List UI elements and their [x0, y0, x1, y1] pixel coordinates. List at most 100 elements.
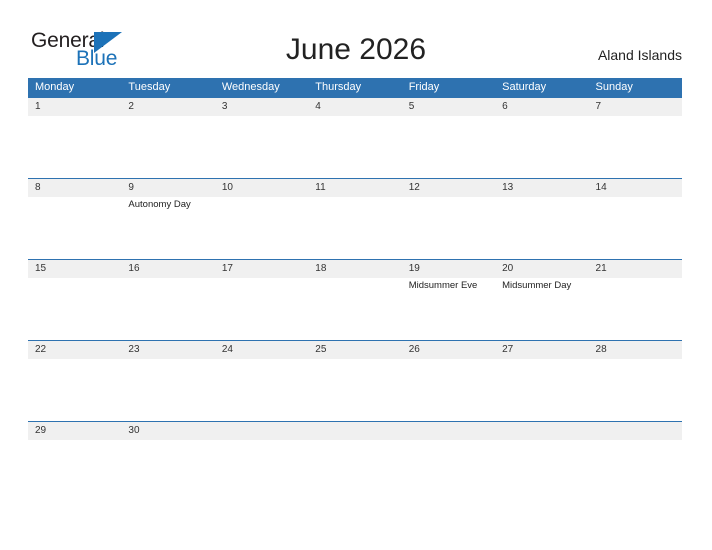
day-event [596, 116, 682, 117]
day-number: 26 [408, 344, 420, 355]
region-label: Aland Islands [597, 47, 682, 63]
day-cell-empty [402, 422, 495, 502]
day-cell[interactable]: 6 [495, 98, 588, 178]
day-cell[interactable]: 14 [589, 179, 682, 259]
day-event [222, 197, 308, 198]
day-cell[interactable]: 18 [308, 260, 401, 340]
day-event: Autonomy Day [128, 199, 191, 210]
day-cell[interactable]: 21 [589, 260, 682, 340]
day-event [315, 197, 401, 198]
calendar-grid: Monday Tuesday Wednesday Thursday Friday… [28, 78, 682, 502]
day-event [502, 116, 588, 117]
day-number: 27 [502, 344, 514, 355]
day-cell[interactable]: 11 [308, 179, 401, 259]
weekday-header-tuesday: Tuesday [128, 81, 171, 93]
day-event [222, 116, 308, 117]
day-number: 21 [595, 263, 607, 274]
day-number: 18 [315, 263, 327, 274]
day-event [128, 278, 214, 279]
day-cell-empty [215, 422, 308, 502]
day-event: Midsummer Eve [408, 280, 478, 291]
weekday-header-thursday: Thursday [315, 81, 362, 93]
day-cell[interactable]: 1 [28, 98, 121, 178]
week-row: 1 2 3 4 5 6 7 [28, 97, 682, 178]
day-cell[interactable]: 3 [215, 98, 308, 178]
day-cell[interactable]: 20 Midsummer Day [495, 260, 588, 340]
day-event: Midsummer Day [502, 280, 572, 291]
day-number: 15 [35, 263, 47, 274]
day-cell-empty [308, 422, 401, 502]
day-number: 14 [595, 182, 607, 193]
day-cell[interactable]: 5 [402, 98, 495, 178]
week-row: 22 23 24 25 26 27 28 [28, 340, 682, 421]
day-cell[interactable]: 7 [589, 98, 682, 178]
day-event [128, 359, 214, 360]
weekday-header-monday: Monday [35, 81, 75, 93]
day-cell[interactable]: 16 [121, 260, 214, 340]
day-cell[interactable]: 9 Autonomy Day [121, 179, 214, 259]
day-cell[interactable]: 28 [589, 341, 682, 421]
day-number: 8 [35, 182, 41, 193]
week-row: 15 16 17 18 19 Midsummer Eve 20 Midsumme… [28, 259, 682, 340]
weekday-header-saturday: Saturday [502, 81, 547, 93]
day-cell[interactable]: 19 Midsummer Eve [402, 260, 495, 340]
day-number: 4 [315, 101, 321, 112]
day-number: 5 [408, 101, 415, 112]
day-event [596, 278, 682, 279]
day-event [128, 116, 214, 117]
weekday-header-sunday: Sunday [595, 81, 633, 93]
day-number: 11 [315, 182, 326, 193]
day-cell[interactable]: 29 [28, 422, 121, 502]
day-event [409, 197, 495, 198]
day-event [222, 359, 308, 360]
day-cell[interactable]: 23 [121, 341, 214, 421]
day-cell[interactable]: 26 [402, 341, 495, 421]
day-number: 28 [595, 344, 607, 355]
day-cell[interactable]: 8 [28, 179, 121, 259]
day-number: 13 [502, 182, 514, 193]
day-event [315, 359, 401, 360]
day-number: 20 [502, 263, 514, 274]
day-event [502, 197, 588, 198]
day-event [315, 116, 401, 117]
day-cell[interactable]: 2 [121, 98, 214, 178]
day-event [35, 440, 121, 441]
day-cell[interactable]: 12 [402, 179, 495, 259]
day-number: 1 [35, 101, 41, 112]
day-number: 2 [128, 101, 134, 112]
day-number: 6 [502, 101, 508, 112]
day-number: 9 [128, 182, 134, 193]
day-event [222, 278, 308, 279]
day-event [596, 197, 682, 198]
day-cell[interactable]: 10 [215, 179, 308, 259]
weekday-header-row: Monday Tuesday Wednesday Thursday Friday… [28, 78, 682, 97]
week-row: 29 30 [28, 421, 682, 502]
day-cell[interactable]: 13 [495, 179, 588, 259]
day-number: 29 [35, 425, 47, 436]
day-number: 17 [221, 263, 233, 274]
weekday-header-friday: Friday [408, 81, 440, 93]
day-cell-empty [495, 422, 588, 502]
day-event [502, 440, 588, 441]
day-number: 7 [595, 101, 602, 112]
day-cell[interactable]: 17 [215, 260, 308, 340]
day-cell[interactable]: 4 [308, 98, 401, 178]
day-cell[interactable]: 25 [308, 341, 401, 421]
day-cell[interactable]: 24 [215, 341, 308, 421]
day-cell[interactable]: 30 [121, 422, 214, 502]
day-cell[interactable]: 27 [495, 341, 588, 421]
day-number: 10 [221, 182, 233, 193]
day-event [35, 278, 121, 279]
day-cell[interactable]: 22 [28, 341, 121, 421]
day-event [222, 440, 308, 441]
day-event [502, 359, 588, 360]
day-event [596, 440, 682, 441]
day-cell[interactable]: 15 [28, 260, 121, 340]
day-event [409, 116, 495, 117]
day-event [596, 359, 682, 360]
day-number: 22 [35, 344, 47, 355]
day-number: 23 [128, 344, 140, 355]
day-number: 12 [408, 182, 420, 193]
weekday-header-wednesday: Wednesday [221, 81, 280, 93]
day-number: 30 [128, 425, 140, 436]
